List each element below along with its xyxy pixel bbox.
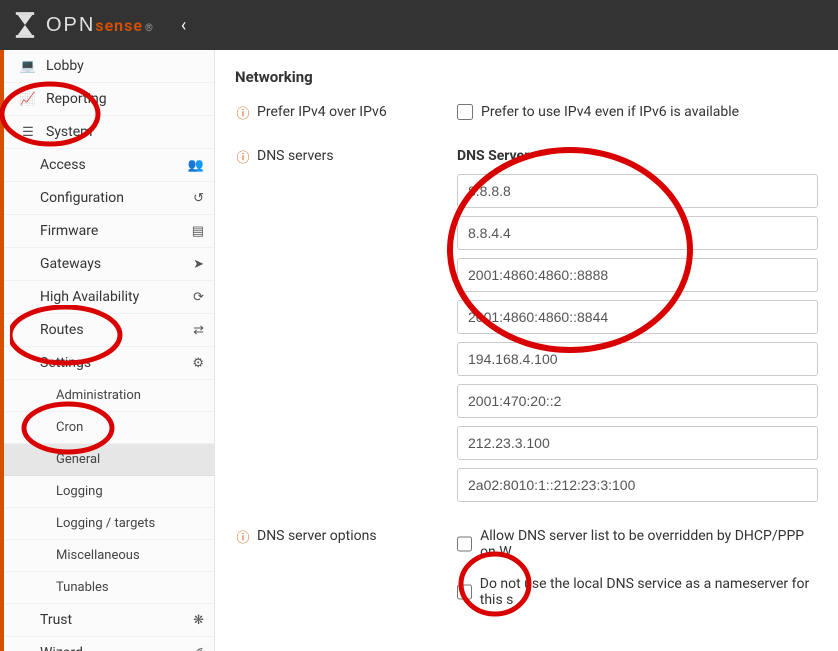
nav-access[interactable]: Access👥 xyxy=(4,149,214,182)
magic-icon: ✐ xyxy=(186,646,204,651)
dns-input-4[interactable] xyxy=(457,342,818,376)
nav-logging-targets[interactable]: Logging / targets xyxy=(4,508,214,540)
nav-cron-label: Cron xyxy=(56,420,204,435)
nav-settings-label: Settings xyxy=(40,355,186,371)
nav-general-label: General xyxy=(56,452,204,467)
row-dns-servers: ⓘ DNS servers DNS Server xyxy=(235,148,818,510)
dns-input-0[interactable] xyxy=(457,174,818,208)
dns-option-nolocal-checkbox[interactable] xyxy=(457,584,472,600)
nav-routes[interactable]: Routes⇄ xyxy=(4,314,214,347)
nav-gateways-label: Gateways xyxy=(40,256,186,272)
dns-input-3[interactable] xyxy=(457,300,818,334)
nav-access-label: Access xyxy=(40,157,186,173)
prefer-ipv4-desc: Prefer to use IPv4 even if IPv6 is avail… xyxy=(481,104,739,120)
cogs-icon: ⚙ xyxy=(186,356,204,371)
dns-options-label: DNS server options xyxy=(257,528,377,544)
row-dns-options: ⓘ DNS server options Allow DNS server li… xyxy=(235,528,818,618)
history-icon: ↺ xyxy=(186,191,204,206)
nav-tunables-label: Tunables xyxy=(56,580,204,595)
arrow-icon: ➤ xyxy=(186,257,204,272)
nav-reporting-label: Reporting xyxy=(46,91,204,107)
info-icon[interactable]: ⓘ xyxy=(235,148,251,164)
nav-trust[interactable]: Trust❋ xyxy=(4,604,214,637)
dns-option-override-checkbox[interactable] xyxy=(457,536,472,552)
nav-tunables[interactable]: Tunables xyxy=(4,572,214,604)
prefer-ipv4-checkbox[interactable] xyxy=(457,104,473,120)
logo-opn: OPN xyxy=(46,14,95,37)
nav-ha-label: High Availability xyxy=(40,289,186,305)
nav-settings[interactable]: Settings⚙ xyxy=(4,347,214,380)
logo-sense: sense xyxy=(95,16,143,35)
collapse-toggle-icon[interactable]: ‹ xyxy=(181,15,186,36)
dns-option-nolocal-text: Do not use the local DNS service as a na… xyxy=(480,576,818,608)
nav-general[interactable]: General xyxy=(4,444,214,476)
nav-routes-label: Routes xyxy=(40,322,186,338)
sun-icon: ❋ xyxy=(186,613,204,628)
nav-system[interactable]: ☰ System xyxy=(4,116,214,149)
dns-server-header: DNS Server xyxy=(457,148,818,164)
prefer-ipv4-checkbox-line: Prefer to use IPv4 even if IPv6 is avail… xyxy=(457,104,818,120)
logo-icon xyxy=(10,10,40,40)
dns-input-6[interactable] xyxy=(457,426,818,460)
nav-trust-label: Trust xyxy=(40,612,186,628)
nav-high-availability[interactable]: High Availability⟳ xyxy=(4,281,214,314)
dns-servers-label-wrap: ⓘ DNS servers xyxy=(235,148,457,164)
dns-option-override-line: Allow DNS server list to be overridden b… xyxy=(457,528,818,560)
dns-input-2[interactable] xyxy=(457,258,818,292)
nav-wizard-label: Wizard xyxy=(40,645,186,651)
prefer-ipv4-label: Prefer IPv4 over IPv6 xyxy=(257,104,387,120)
laptop-icon: 💻 xyxy=(18,59,38,74)
dns-option-nolocal-line: Do not use the local DNS service as a na… xyxy=(457,576,818,608)
nav-logging[interactable]: Logging xyxy=(4,476,214,508)
refresh-icon: ⟳ xyxy=(186,290,204,305)
sidebar: 💻 Lobby 📈 Reporting ☰ System Access👥 Config… xyxy=(0,50,215,651)
server-icon: ☰ xyxy=(18,125,38,140)
disk-icon: ▤ xyxy=(186,224,204,239)
logo-text: OPNsense® xyxy=(46,14,153,37)
nav-miscellaneous[interactable]: Miscellaneous xyxy=(4,540,214,572)
info-icon[interactable]: ⓘ xyxy=(235,528,251,544)
dns-input-7[interactable] xyxy=(457,468,818,502)
dns-input-1[interactable] xyxy=(457,216,818,250)
logo-reg: ® xyxy=(145,23,153,34)
info-icon[interactable]: ⓘ xyxy=(235,104,251,120)
chart-icon: 📈 xyxy=(18,92,38,107)
dns-input-5[interactable] xyxy=(457,384,818,418)
nav-system-label: System xyxy=(46,124,204,140)
nav-administration-label: Administration xyxy=(56,388,204,403)
nav-configuration-label: Configuration xyxy=(40,190,186,206)
nav-lobby-label: Lobby xyxy=(46,58,204,74)
nav-firmware[interactable]: Firmware▤ xyxy=(4,215,214,248)
route-icon: ⇄ xyxy=(186,323,204,338)
row-prefer-ipv4: ⓘ Prefer IPv4 over IPv6 Prefer to use IP… xyxy=(235,104,818,130)
section-networking-title: Networking xyxy=(235,68,818,86)
nav-logging-label: Logging xyxy=(56,484,204,499)
dns-option-override-text: Allow DNS server list to be overridden b… xyxy=(480,528,818,560)
nav-configuration[interactable]: Configuration↺ xyxy=(4,182,214,215)
nav-logging-targets-label: Logging / targets xyxy=(56,516,204,531)
nav-cron[interactable]: Cron xyxy=(4,412,214,444)
nav-miscellaneous-label: Miscellaneous xyxy=(56,548,204,563)
nav-gateways[interactable]: Gateways➤ xyxy=(4,248,214,281)
nav-firmware-label: Firmware xyxy=(40,223,186,239)
dns-options-label-wrap: ⓘ DNS server options xyxy=(235,528,457,544)
dns-servers-label: DNS servers xyxy=(257,148,334,164)
nav-administration[interactable]: Administration xyxy=(4,380,214,412)
layout: 💻 Lobby 📈 Reporting ☰ System Access👥 Config… xyxy=(0,50,838,651)
nav-lobby[interactable]: 💻 Lobby xyxy=(4,50,214,83)
main-content: Networking ⓘ Prefer IPv4 over IPv6 Prefe… xyxy=(215,50,838,651)
nav-reporting[interactable]: 📈 Reporting xyxy=(4,83,214,116)
nav-wizard[interactable]: Wizard✐ xyxy=(4,637,214,651)
topbar: OPNsense® ‹ xyxy=(0,0,838,50)
users-icon: 👥 xyxy=(186,158,204,173)
prefer-ipv4-label-wrap: ⓘ Prefer IPv4 over IPv6 xyxy=(235,104,457,120)
